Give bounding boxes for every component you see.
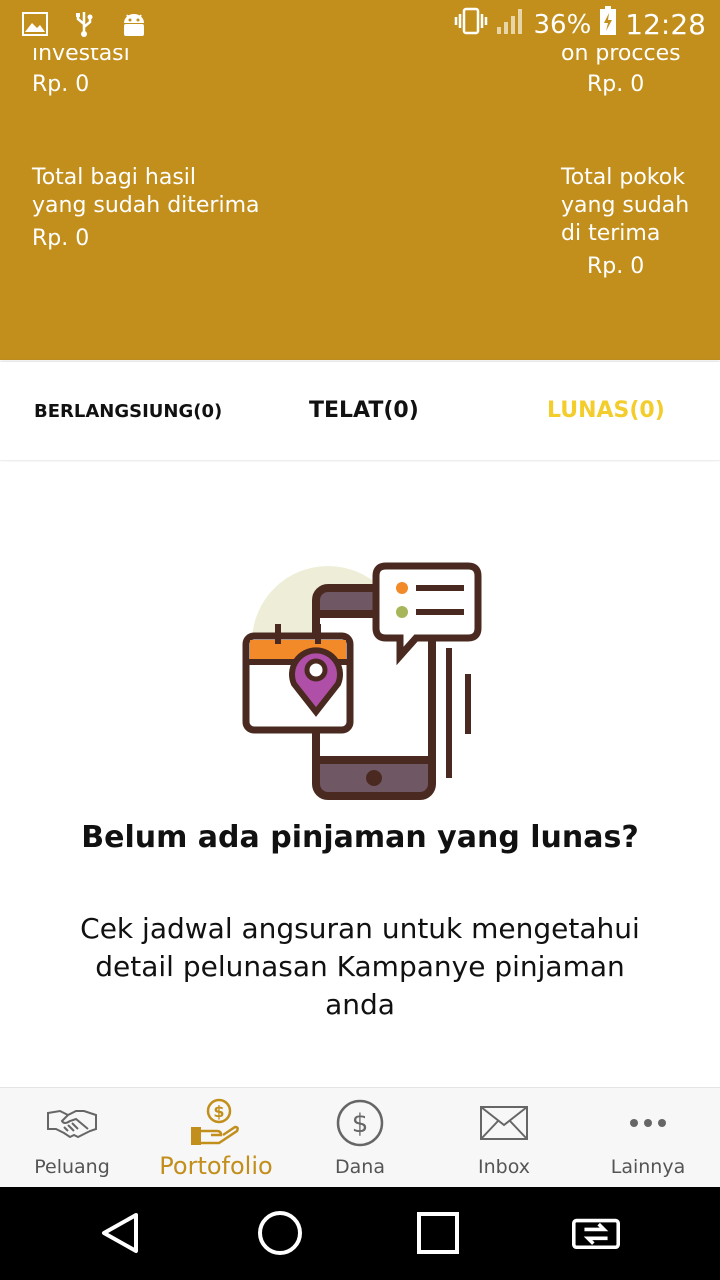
phone-calendar-location-chat-illustration [242,562,482,800]
tab-lunas[interactable]: LUNAS(0) [547,398,665,423]
battery-charging-icon [599,6,617,43]
bagi-hasil-label-line2: yang sudah diterima [32,193,260,218]
nav-label-portofolio: Portofolio [159,1152,273,1180]
nav-item-portofolio[interactable]: $ Portofolio [144,1088,288,1188]
vibrate-icon [454,7,488,42]
home-icon[interactable] [256,1209,304,1257]
nav-label-lainnya: Lainnya [610,1156,686,1178]
clock: 12:28 [625,8,706,41]
switch-window-icon[interactable] [572,1209,620,1257]
empty-state-description: Cek jadwal angsuran untuk mengetahui det… [80,912,640,1021]
pokok-value: Rp. 0 [587,254,645,279]
usb-icon [74,10,94,42]
pokok-label-line1: Total pokok [561,165,685,190]
envelope-icon [432,1098,576,1148]
svg-text:$: $ [352,1109,369,1139]
empty-state-title: Belum ada pinjaman yang lunas? [81,820,639,855]
nav-label-dana: Dana [335,1156,385,1178]
bagi-hasil-label-line1: Total bagi hasil [32,165,197,190]
svg-text:$: $ [213,1102,224,1121]
back-icon[interactable] [96,1209,144,1257]
bottom-navigation: Peluang $ Portofolio $ Dana Inbox Lainny… [0,1087,720,1188]
dollar-circle-icon: $ [288,1098,432,1148]
process-label: on procces [561,48,681,66]
nav-item-inbox[interactable]: Inbox [432,1088,576,1188]
investasi-label: investasi [32,48,130,66]
handshake-icon [0,1098,144,1148]
pokok-label-line2: yang sudah [561,193,690,218]
android-debug-icon [120,10,148,42]
portfolio-summary-header: investasi Rp. 0 on procces Rp. 0 Total b… [0,48,720,360]
nav-item-lainnya[interactable]: Lainnya [576,1088,720,1188]
image-icon [22,12,48,40]
pokok-label-line3: di terima [561,221,661,246]
signal-icon [496,7,526,42]
status-bar: 36% 12:28 [0,0,720,48]
process-value: Rp. 0 [587,72,645,97]
investasi-value: Rp. 0 [32,72,90,97]
bagi-hasil-value: Rp. 0 [32,226,90,251]
nav-label-inbox: Inbox [478,1156,530,1178]
recent-apps-icon[interactable] [414,1209,462,1257]
nav-item-dana[interactable]: $ Dana [288,1088,432,1188]
battery-percent: 36% [533,9,592,40]
more-dots-icon [576,1098,720,1148]
empty-state: Belum ada pinjaman yang lunas? Cek jadwa… [0,460,720,1085]
tab-telat[interactable]: TELAT(0) [309,398,419,423]
status-tabs: BERLANGSIUNG(0) TELAT(0) LUNAS(0) [0,362,720,461]
tab-berlangsiung[interactable]: BERLANGSIUNG(0) [34,401,222,422]
system-navigation-bar [0,1187,720,1280]
nav-label-peluang: Peluang [34,1156,110,1178]
nav-item-peluang[interactable]: Peluang [0,1088,144,1188]
money-hand-icon: $ [144,1098,288,1148]
